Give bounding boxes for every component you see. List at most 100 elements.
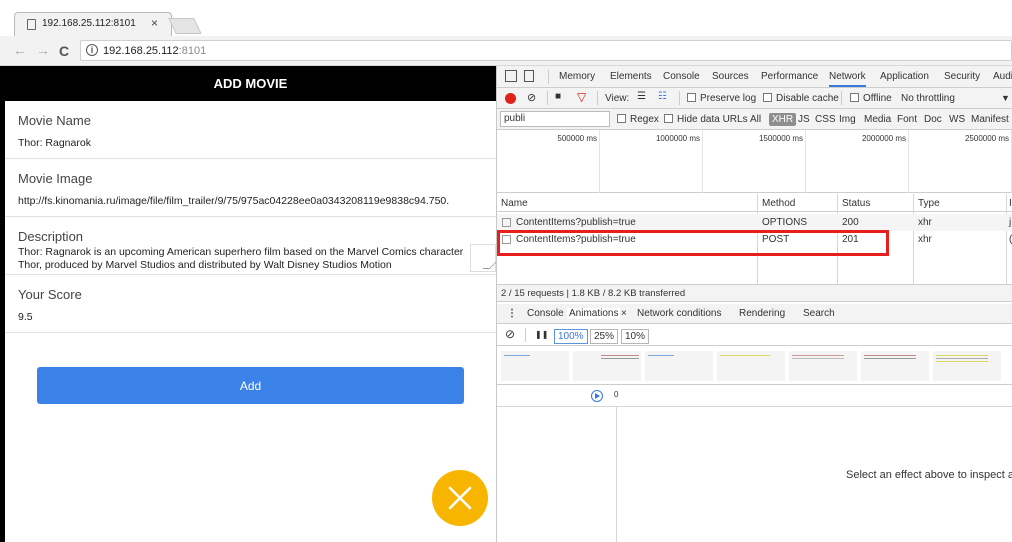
column-name[interactable]: Name (501, 198, 528, 209)
filter-icon[interactable]: ▽ (577, 90, 586, 104)
list-view-icon[interactable]: ☰ (637, 91, 646, 102)
tab-security[interactable]: Security (944, 71, 980, 82)
highlight-box (497, 230, 889, 256)
description-field[interactable]: Description Thor: Ragnarok is an upcomin… (5, 217, 496, 275)
drawer-tab-animations[interactable]: Animations (567, 308, 621, 319)
offline-checkbox[interactable]: Offline (850, 93, 892, 104)
animation-group[interactable] (501, 351, 569, 381)
hide-data-urls-checkbox[interactable]: Hide data URLs (664, 114, 748, 125)
type-filter-doc[interactable]: Doc (924, 114, 942, 125)
movie-image-input[interactable]: http://fs.kinomania.ru/image/file/film_t… (18, 195, 480, 207)
row-initiator: j (1009, 217, 1012, 228)
type-filter-xhr[interactable]: XHR (769, 113, 797, 126)
timeline-tick: 2000000 ms (861, 134, 906, 143)
info-icon[interactable]: i (86, 44, 98, 56)
animation-group[interactable] (933, 351, 1001, 381)
add-button[interactable]: Add (37, 367, 464, 404)
forward-icon[interactable]: → (36, 42, 50, 58)
drawer-tab-rendering[interactable]: Rendering (739, 308, 785, 319)
url-text[interactable]: 192.168.25.112:8101 (103, 45, 206, 57)
divider (547, 91, 548, 105)
preserve-log-checkbox[interactable]: Preserve log (687, 93, 756, 104)
animation-group[interactable] (645, 351, 713, 381)
clear-icon[interactable]: ⊘ (505, 327, 515, 341)
type-filter-font[interactable]: Font (897, 114, 917, 125)
type-filter-js[interactable]: JS (798, 114, 810, 125)
field-label: Movie Name (18, 113, 91, 128)
network-toolbar: ⊘ ■ ▽ View: ☰ ☷ Preserve log Disable cac… (497, 88, 1012, 109)
type-filter-ws[interactable]: WS (949, 114, 965, 125)
column-type[interactable]: Type (918, 198, 940, 209)
close-fab-button[interactable] (432, 470, 488, 526)
waterfall-view-icon[interactable]: ☷ (658, 91, 667, 102)
tab-performance[interactable]: Performance (761, 71, 818, 82)
movie-name-field[interactable]: Movie Name Thor: Ragnarok (5, 101, 496, 159)
more-icon[interactable]: ⋮ (507, 308, 517, 319)
record-icon[interactable] (505, 93, 516, 104)
tab-console[interactable]: Console (663, 71, 700, 82)
drawer-tab-search[interactable]: Search (803, 308, 835, 319)
address-bar[interactable]: i 192.168.25.112:8101 (80, 40, 1012, 61)
column-status[interactable]: Status (842, 198, 870, 209)
browser-tab[interactable]: 192.168.25.112:8101 × (14, 12, 172, 36)
animation-timeline[interactable]: 0 (497, 385, 1012, 407)
type-filter-img[interactable]: Img (839, 114, 856, 125)
animation-group[interactable] (861, 351, 929, 381)
grid-line (805, 130, 806, 193)
type-filter-css[interactable]: CSS (815, 114, 836, 125)
table-row[interactable]: ContentItems?publish=true OPTIONS 200 xh… (497, 214, 1012, 231)
description-textarea[interactable]: Thor: Ragnarok is an upcoming American s… (18, 246, 468, 272)
disable-cache-checkbox[interactable]: Disable cache (763, 93, 839, 104)
tab-close-icon[interactable]: × (151, 16, 158, 30)
column-method[interactable]: Method (762, 198, 795, 209)
tab-memory[interactable]: Memory (559, 71, 595, 82)
tab-sources[interactable]: Sources (712, 71, 749, 82)
capture-screenshots-icon[interactable]: ■ (555, 91, 561, 102)
chevron-down-icon[interactable]: ▼ (1001, 93, 1010, 103)
speed-100[interactable]: 100% (554, 329, 588, 344)
table-header: Name Method Status Type I (497, 194, 1012, 212)
regex-checkbox[interactable]: Regex (617, 114, 659, 125)
animation-group[interactable] (573, 351, 641, 381)
page-title: ADD MOVIE (5, 66, 496, 101)
type-filter-media[interactable]: Media (864, 114, 891, 125)
drawer-tab-network-conditions[interactable]: Network conditions (637, 308, 721, 319)
score-field[interactable]: Your Score 9.5 (5, 275, 496, 333)
animation-group[interactable] (789, 351, 857, 381)
tab-elements[interactable]: Elements (610, 71, 652, 82)
reload-icon[interactable]: C (59, 43, 69, 59)
type-filter-all[interactable]: All (750, 114, 761, 125)
tab-application[interactable]: Application (880, 71, 929, 82)
nav-bar: ← → C i 192.168.25.112:8101 (0, 36, 1012, 66)
throttling-select[interactable]: No throttling (901, 93, 955, 104)
device-toolbar-icon[interactable] (524, 70, 534, 82)
tab-audits[interactable]: Audi (993, 71, 1012, 82)
divider (841, 91, 842, 105)
pause-icon[interactable]: ❚❚ (535, 330, 548, 339)
column-initiator[interactable]: I (1009, 198, 1012, 209)
movie-image-field[interactable]: Movie Image http://fs.kinomania.ru/image… (5, 159, 496, 217)
field-label: Description (18, 229, 84, 244)
type-filter-manifest[interactable]: Manifest (971, 114, 1009, 125)
request-summary: 2 / 15 requests | 1.8 KB / 8.2 KB transf… (497, 284, 1012, 302)
speed-25[interactable]: 25% (590, 329, 619, 344)
score-input[interactable]: 9.5 (18, 311, 480, 323)
tab-strip: 192.168.25.112:8101 × (0, 0, 1012, 36)
replay-icon[interactable] (591, 390, 603, 402)
clear-icon[interactable]: ⊘ (527, 91, 536, 104)
empty-state-message: Select an effect above to inspect a (846, 469, 1012, 481)
tab-network[interactable]: Network (829, 71, 866, 87)
back-icon[interactable]: ← (13, 42, 27, 58)
filter-input[interactable]: publi (500, 111, 610, 127)
textarea-resize-handle[interactable] (470, 244, 496, 272)
row-status: 200 (842, 217, 859, 228)
new-tab-button[interactable] (168, 18, 202, 34)
inspect-element-icon[interactable] (505, 70, 517, 82)
animation-group[interactable] (717, 351, 785, 381)
devtools-tabs: Memory Elements Console Sources Performa… (497, 66, 1012, 88)
network-overview[interactable]: 500000 ms 1000000 ms 1500000 ms 2000000 … (497, 130, 1012, 193)
speed-10[interactable]: 10% (621, 329, 650, 344)
drawer-tab-console[interactable]: Console (527, 308, 564, 319)
movie-name-input[interactable]: Thor: Ragnarok (18, 137, 480, 149)
drawer-tab-close-icon[interactable]: × (621, 308, 627, 319)
